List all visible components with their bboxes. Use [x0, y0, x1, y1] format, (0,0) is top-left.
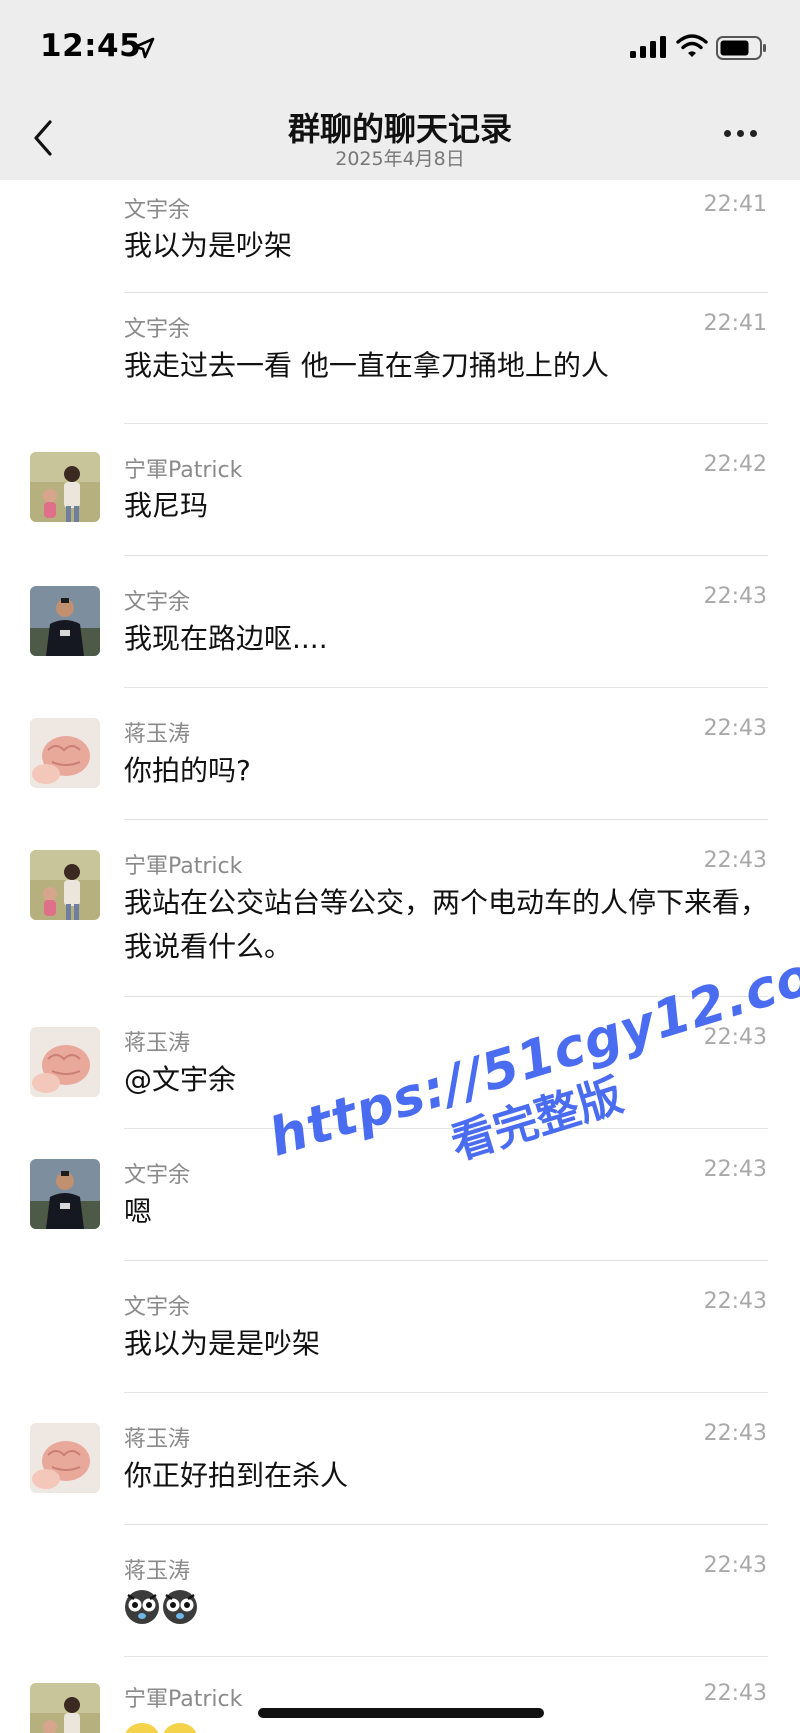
sender-name: 文宇余: [124, 1163, 191, 1188]
sender-name: 蒋玉涛: [124, 1559, 191, 1584]
avatar-patrick[interactable]: [30, 1683, 100, 1733]
message-text: 你正好拍到在杀人: [124, 1459, 349, 1492]
sender-name: 蒋玉涛: [124, 1031, 191, 1056]
message-text: 我尼玛: [124, 489, 209, 522]
list-item: 宁軍Patrick 22:43: [0, 1657, 800, 1733]
avatar-baby-fist[interactable]: [30, 1423, 100, 1493]
list-item: 蒋玉涛 22:43 你正好拍到在杀人: [0, 1393, 800, 1525]
message-text: 我站在公交站台等公交，两个电动车的人停下来看，我说看什么。: [124, 886, 769, 963]
list-item: 蒋玉涛 22:43 你拍的吗?: [0, 688, 800, 820]
avatar-wen[interactable]: [30, 1159, 100, 1229]
message-time: 22:43: [703, 1025, 767, 1050]
list-item: 蒋玉涛 22:43: [0, 1525, 800, 1657]
list-item: 蒋玉涛 22:43 @文宇余: [0, 997, 800, 1129]
list-item: 宁軍Patrick 22:42 我尼玛: [0, 396, 800, 556]
messages-layer: 宁軍Patrick 22:42 我尼玛 文宇余 22:43 我现在路边呕....…: [0, 0, 800, 1733]
list-item: 宁軍Patrick 22:43 我站在公交站台等公交，两个电动车的人停下来看，我…: [0, 820, 800, 997]
message-time: 22:43: [703, 848, 767, 873]
message-time: 22:43: [703, 716, 767, 741]
message-time: 22:42: [703, 452, 767, 477]
sender-name: 宁軍Patrick: [124, 1687, 243, 1712]
list-item: 文宇余 22:43 我以为是是吵架: [0, 1261, 800, 1393]
sender-name: 宁軍Patrick: [124, 458, 243, 483]
message-time: 22:43: [703, 1289, 767, 1314]
message-text: 嗯: [124, 1195, 153, 1228]
sender-name: 蒋玉涛: [124, 1427, 191, 1452]
avatar-patrick[interactable]: [30, 850, 100, 920]
message-text: 我现在路边呕....: [124, 622, 328, 655]
sender-name: 文宇余: [124, 1295, 191, 1320]
shocked-owl-emoji-icon: [125, 1590, 197, 1624]
list-item: 文宇余 22:43 嗯: [0, 1129, 800, 1261]
emoji-partial-icon: [125, 1723, 197, 1733]
message-text: 你拍的吗?: [124, 754, 251, 787]
message-time: 22:43: [703, 1421, 767, 1446]
list-item: 文宇余 22:43 我现在路边呕....: [0, 556, 800, 688]
message-time: 22:43: [703, 1681, 767, 1706]
avatar-baby-fist[interactable]: [30, 718, 100, 788]
home-indicator[interactable]: [258, 1708, 544, 1718]
avatar-wen[interactable]: [30, 586, 100, 656]
message-time: 22:43: [703, 1553, 767, 1578]
message-text: 我以为是是吵架: [124, 1327, 321, 1360]
sender-name: 文宇余: [124, 590, 191, 615]
message-text: @文宇余: [124, 1063, 237, 1096]
avatar-baby-fist[interactable]: [30, 1027, 100, 1097]
message-time: 22:43: [703, 1157, 767, 1182]
avatar-patrick[interactable]: [30, 452, 100, 522]
message-time: 22:43: [703, 584, 767, 609]
sender-name: 宁軍Patrick: [124, 854, 243, 879]
sender-name: 蒋玉涛: [124, 722, 191, 747]
